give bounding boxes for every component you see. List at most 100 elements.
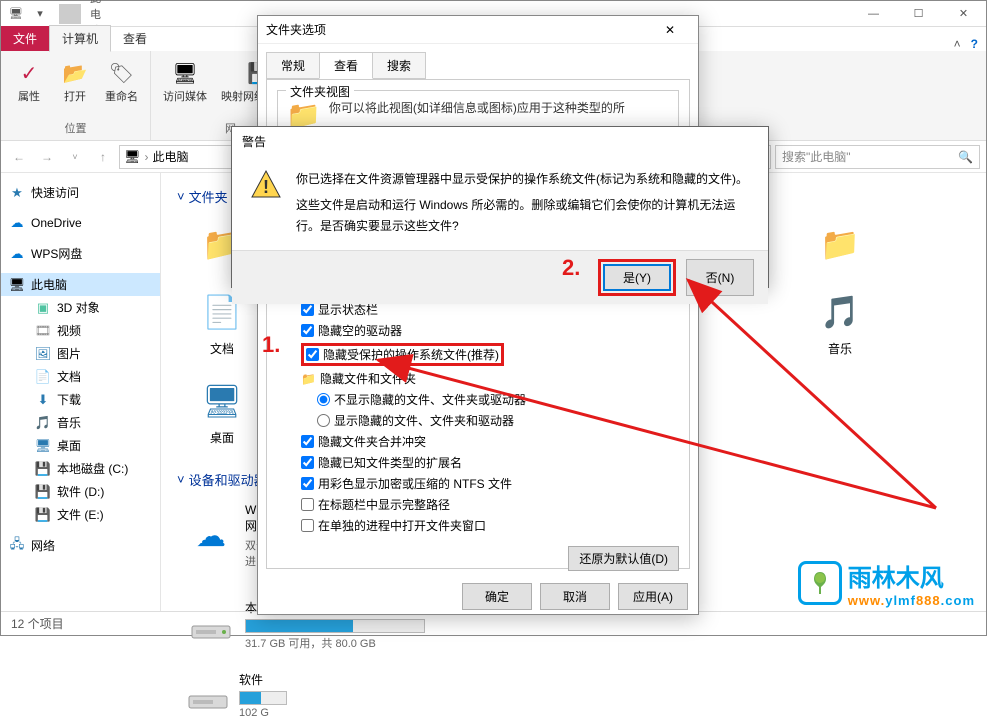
sidebar-item-pictures[interactable]: 🖼图片 <box>1 342 160 365</box>
drive-software[interactable]: 软件102 G <box>187 671 277 719</box>
opt-color-ntfs[interactable]: 用彩色显示加密或压缩的 NTFS 文件 <box>277 473 679 494</box>
rename-button[interactable]: 🏷 重命名 <box>101 55 142 118</box>
properties-button[interactable]: ✓ 属性 <box>9 55 49 118</box>
rename-icon: 🏷 <box>106 57 138 89</box>
sidebar-item-drive-e[interactable]: 💾文件 (E:) <box>1 503 160 526</box>
checkbox[interactable] <box>301 435 314 448</box>
tab-computer[interactable]: 计算机 <box>49 25 111 52</box>
msgbox-footer: 是(Y) 否(N) <box>232 250 768 304</box>
drive-icon: 💾 <box>35 461 51 477</box>
opt-dont-show-hidden[interactable]: 不显示隐藏的文件、文件夹或驱动器 <box>277 389 679 410</box>
recent-dropdown[interactable]: ˅ <box>63 145 87 169</box>
media-icon: 🖥 <box>169 57 201 89</box>
opt-hide-empty[interactable]: 隐藏空的驱动器 <box>277 320 679 341</box>
opt-separate-process[interactable]: 在单独的进程中打开文件夹窗口 <box>277 515 679 536</box>
document-icon: 📄 <box>35 369 51 385</box>
drive-icon: 💾 <box>35 507 51 523</box>
opt-merge-conflict[interactable]: 隐藏文件夹合并冲突 <box>277 431 679 452</box>
close-button[interactable]: ✕ <box>650 23 690 37</box>
sidebar-item-desktop[interactable]: 🖥桌面 <box>1 434 160 457</box>
annotation-1: 1. <box>262 332 280 358</box>
opt-full-path[interactable]: 在标题栏中显示完整路径 <box>277 494 679 515</box>
open-button[interactable]: 📂 打开 <box>55 55 95 118</box>
separator <box>59 4 81 24</box>
chevron-up-icon[interactable]: ˄ <box>954 37 961 51</box>
folder-icon: 📁 <box>301 372 316 386</box>
maximize-button[interactable]: ☐ <box>896 1 941 27</box>
opt-hide-protected-os[interactable]: 隐藏受保护的操作系统文件(推荐) <box>277 341 679 368</box>
checkbox[interactable] <box>301 477 314 490</box>
restore-defaults-button[interactable]: 还原为默认值(D) <box>568 546 679 571</box>
radio[interactable] <box>317 393 330 406</box>
checkbox[interactable] <box>301 519 314 532</box>
cube-icon: ▣ <box>35 300 51 316</box>
breadcrumb[interactable]: 此电脑 <box>153 148 189 165</box>
folder-item[interactable]: 📁 <box>805 220 875 268</box>
file-tab[interactable]: 文件 <box>1 26 49 51</box>
dialog-title: 文件夹选项 <box>266 21 326 38</box>
back-button[interactable]: ← <box>7 145 31 169</box>
desktop-icon: 🖥 <box>35 438 51 454</box>
checkbox[interactable] <box>301 303 314 316</box>
pc-icon: 🖥 <box>5 4 27 24</box>
checkbox[interactable] <box>301 324 314 337</box>
checkbox[interactable] <box>301 456 314 469</box>
sidebar-this-pc[interactable]: 🖥此电脑 <box>1 273 160 296</box>
sidebar-item-drive-d[interactable]: 💾软件 (D:) <box>1 480 160 503</box>
svg-text:!: ! <box>263 177 269 197</box>
search-input[interactable]: 搜索"此电脑" 🔍 <box>775 145 980 169</box>
folder-options-dialog: 文件夹选项 ✕ 常规 查看 搜索 文件夹视图 📁 你可以将此视图(如详细信息或图… <box>257 15 699 615</box>
sidebar-item-music[interactable]: 🎵音乐 <box>1 411 160 434</box>
sidebar-network[interactable]: 🖧网络 <box>1 534 160 557</box>
yes-button[interactable]: 是(Y) <box>603 264 671 291</box>
open-icon: 📂 <box>59 57 91 89</box>
watermark: 雨林木风 www.ylmf888.com <box>798 558 975 608</box>
sidebar: ★快速访问 ☁OneDrive ☁WPS网盘 🖥此电脑 ▣3D 对象 🎞视频 🖼… <box>1 173 161 611</box>
sidebar-item-downloads[interactable]: ⬇下载 <box>1 388 160 411</box>
ok-button[interactable]: 确定 <box>462 583 532 610</box>
music-icon: 🎵 <box>816 288 864 336</box>
watermark-url: www.ylmf888.com <box>848 593 975 608</box>
close-button[interactable]: ✕ <box>941 1 986 27</box>
group-location: 位置 <box>65 118 87 136</box>
advanced-settings-tree: 显示状态栏 隐藏空的驱动器 隐藏受保护的操作系统文件(推荐) 📁隐藏文件和文件夹… <box>277 299 679 536</box>
no-button[interactable]: 否(N) <box>686 259 754 296</box>
pc-icon: 🖥 <box>9 277 25 293</box>
annotation-highlight-1: 隐藏受保护的操作系统文件(推荐) <box>301 343 504 366</box>
tab-search[interactable]: 搜索 <box>372 52 426 79</box>
tab-general[interactable]: 常规 <box>266 52 320 79</box>
checkbox[interactable] <box>306 348 319 361</box>
sidebar-item-documents[interactable]: 📄文档 <box>1 365 160 388</box>
annotation-highlight-2: 是(Y) <box>598 259 676 296</box>
msgbox-title: 警告 <box>232 127 768 155</box>
help-icon[interactable]: ? <box>971 37 978 51</box>
up-button[interactable]: ↑ <box>91 145 115 169</box>
radio[interactable] <box>317 414 330 427</box>
minimize-button[interactable]: — <box>851 1 896 27</box>
sidebar-wps[interactable]: ☁WPS网盘 <box>1 242 160 265</box>
chevron-right-icon: › <box>145 150 149 164</box>
cancel-button[interactable]: 取消 <box>540 583 610 610</box>
tab-view[interactable]: 查看 <box>111 26 159 51</box>
checkbox[interactable] <box>301 498 314 511</box>
qat-down-icon[interactable]: ▾ <box>29 4 51 24</box>
opt-show-hidden[interactable]: 显示隐藏的文件、文件夹和驱动器 <box>277 410 679 431</box>
tab-view[interactable]: 查看 <box>319 52 373 79</box>
sidebar-item-3d[interactable]: ▣3D 对象 <box>1 296 160 319</box>
sidebar-quick-access[interactable]: ★快速访问 <box>1 181 160 204</box>
media-button[interactable]: 🖥 访问媒体 <box>159 55 211 118</box>
search-placeholder: 搜索"此电脑" <box>782 148 851 165</box>
cloud-icon: ☁ <box>9 246 25 262</box>
pc-icon: 🖥 <box>124 149 141 165</box>
folder-desktop[interactable]: 🖥桌面 <box>187 377 257 446</box>
sidebar-onedrive[interactable]: ☁OneDrive <box>1 212 160 234</box>
forward-button[interactable]: → <box>35 145 59 169</box>
apply-button[interactable]: 应用(A) <box>618 583 688 610</box>
sidebar-item-videos[interactable]: 🎞视频 <box>1 319 160 342</box>
opt-hide-ext[interactable]: 隐藏已知文件类型的扩展名 <box>277 452 679 473</box>
opt-hidden-files[interactable]: 📁隐藏文件和文件夹 <box>277 368 679 389</box>
warning-icon: ! <box>250 169 282 201</box>
sidebar-item-drive-c[interactable]: 💾本地磁盘 (C:) <box>1 457 160 480</box>
search-icon[interactable]: 🔍 <box>958 150 973 164</box>
folder-music[interactable]: 🎵音乐 <box>805 288 875 357</box>
